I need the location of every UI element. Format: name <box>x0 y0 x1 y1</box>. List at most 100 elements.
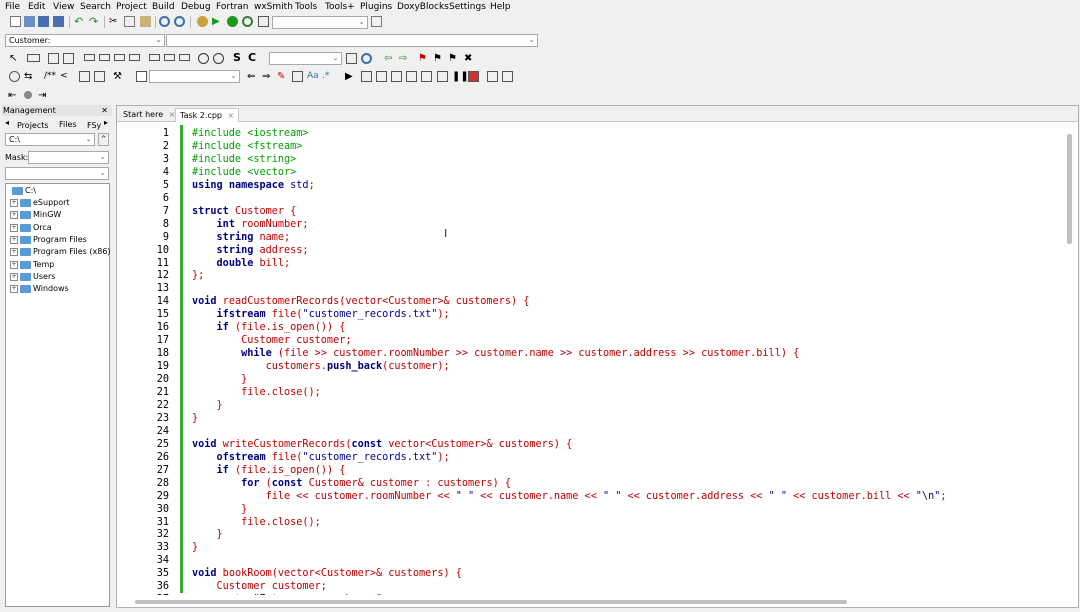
pause-icon[interactable]: ❚❚ <box>452 71 469 82</box>
widget-button-icon[interactable] <box>164 54 175 61</box>
tag-icon[interactable] <box>136 71 147 82</box>
menu-project[interactable]: Project <box>116 2 147 12</box>
tree-item[interactable]: + Program Files <box>10 234 87 246</box>
menu-edit[interactable]: Edit <box>28 2 45 12</box>
zoom-out-icon[interactable] <box>213 53 224 64</box>
code-line[interactable]: } <box>192 541 198 554</box>
code-line[interactable]: double bill; <box>192 257 291 270</box>
code-line[interactable]: Customer customer; <box>192 334 351 347</box>
menu-view[interactable]: View <box>53 2 74 12</box>
function-select[interactable]: ⌄ <box>166 34 538 47</box>
help-icon[interactable] <box>94 71 105 82</box>
cut-icon[interactable]: ✂ <box>109 16 120 27</box>
regex-star-icon[interactable]: .* <box>322 71 333 82</box>
menu-debug[interactable]: Debug <box>181 2 211 12</box>
c-icon[interactable]: C <box>248 52 259 63</box>
code-line[interactable]: #include <fstream> <box>192 140 302 153</box>
jump-back-icon[interactable]: ⇤ <box>8 90 19 101</box>
expand-icon[interactable]: + <box>10 210 18 219</box>
menu-doxyblocks[interactable]: DoxyBlocks <box>397 2 449 12</box>
code-line[interactable]: } <box>192 503 247 516</box>
stop-icon[interactable] <box>468 71 479 82</box>
menu-build[interactable]: Build <box>152 2 175 12</box>
zoom-in-icon[interactable] <box>198 53 209 64</box>
menu-wxsmith[interactable]: wxSmith <box>254 2 293 12</box>
close-icon[interactable]: × <box>228 111 235 120</box>
code-line[interactable]: #include <string> <box>192 153 296 166</box>
tree-item-root[interactable]: C:\ <box>12 185 36 197</box>
target-options-icon[interactable] <box>371 16 382 27</box>
close-icon[interactable]: ✕ <box>101 105 108 116</box>
code-line[interactable]: } <box>192 412 198 425</box>
doc-icon[interactable] <box>79 71 90 82</box>
jump-icon[interactable] <box>346 53 357 64</box>
rebuild-icon[interactable] <box>242 16 253 27</box>
tree-item[interactable]: + Windows <box>10 283 69 295</box>
search-select[interactable]: ⌄ <box>269 52 342 65</box>
back-arrow-icon[interactable]: ⇦ <box>384 53 395 64</box>
comment-icon[interactable]: /** <box>44 71 56 82</box>
tree-item[interactable]: + Users <box>10 271 55 283</box>
expand-icon[interactable]: + <box>10 223 18 232</box>
code-line[interactable]: string address; <box>192 244 309 257</box>
tree-item[interactable]: + Temp <box>10 259 54 271</box>
tab-scroll-right-icon[interactable]: ▸ <box>104 118 108 127</box>
debug-start-icon[interactable]: ▶ <box>345 71 356 82</box>
tab-files[interactable]: Files <box>59 120 77 129</box>
menu-file[interactable]: File <box>5 2 20 12</box>
jump-forward-icon[interactable]: ⇥ <box>38 90 49 101</box>
widget-button-icon[interactable] <box>84 54 95 61</box>
up-folder-button[interactable]: ^ <box>98 133 109 146</box>
tree-item[interactable]: + MinGW <box>10 209 61 221</box>
widget-icon[interactable] <box>63 53 74 64</box>
code-line[interactable]: file.close(); <box>192 516 321 529</box>
regex-icon[interactable]: Aa <box>307 71 319 82</box>
s-icon[interactable]: S <box>233 52 244 63</box>
build-gear-icon[interactable] <box>197 16 208 27</box>
widget-button-icon[interactable] <box>179 54 190 61</box>
bookmark-next-icon[interactable]: ⚑ <box>448 53 459 64</box>
tab-task-2-cpp[interactable]: Task 2.cpp × <box>175 108 240 122</box>
debug-windows-icon[interactable] <box>487 71 498 82</box>
code-line[interactable]: void writeCustomerRecords(const vector<C… <box>192 438 572 451</box>
code-line[interactable]: ifstream file("customer_records.txt"); <box>192 308 450 321</box>
code-line[interactable]: if (file.is_open()) { <box>192 321 346 334</box>
bookmark-clear-icon[interactable]: ✖ <box>464 53 475 64</box>
new-file-icon[interactable] <box>10 16 21 27</box>
tab-scroll-left-icon[interactable]: ◂ <box>5 118 9 127</box>
menu-plugins[interactable]: Plugins <box>360 2 392 12</box>
menu-fortran[interactable]: Fortran <box>216 2 249 12</box>
jump-home-icon[interactable] <box>24 91 32 99</box>
code-area[interactable]: 1 #include <iostream> 2 #include <fstream> 3… <box>117 125 1065 595</box>
run-icon[interactable]: ▶ <box>212 16 223 27</box>
pointer-icon[interactable]: ↖ <box>9 53 20 64</box>
line-comment-icon[interactable]: < <box>60 71 71 82</box>
expand-icon[interactable]: + <box>10 198 18 207</box>
code-line[interactable]: file << customer.roomNumber << " " << cu… <box>192 490 947 503</box>
vertical-scrollbar[interactable] <box>1067 134 1072 244</box>
tab-projects[interactable]: Projects <box>17 121 49 130</box>
build-run-icon[interactable] <box>227 16 238 27</box>
expand-icon[interactable]: + <box>10 260 18 269</box>
arrow-right-icon[interactable]: ⇒ <box>262 71 273 82</box>
menu-help[interactable]: Help <box>490 2 511 12</box>
open-icon[interactable] <box>24 16 35 27</box>
code-line[interactable]: void readCustomerRecords(vector<Customer… <box>192 295 529 308</box>
debug-info-icon[interactable] <box>502 71 513 82</box>
save-icon[interactable] <box>38 16 49 27</box>
build-target-select[interactable]: ⌄ <box>272 16 368 29</box>
highlight-icon[interactable]: ✎ <box>277 71 288 82</box>
mask-select[interactable]: ⌄ <box>28 151 109 164</box>
tree-item[interactable]: + Program Files (x86) <box>10 246 111 258</box>
code-line[interactable]: customers.push_back(customer); <box>192 360 450 373</box>
menu-tools[interactable]: Tools <box>295 2 317 12</box>
scope-select[interactable]: Customer: ⌄ <box>5 34 165 47</box>
code-line[interactable]: string name; <box>192 231 291 244</box>
widget-button-icon[interactable] <box>114 54 125 61</box>
code-line[interactable]: struct Customer { <box>192 205 296 218</box>
menu-tools-plus[interactable]: Tools+ <box>325 2 355 12</box>
horizontal-scrollbar[interactable] <box>135 600 847 604</box>
expand-icon[interactable]: + <box>10 284 18 293</box>
step-into-icon[interactable] <box>406 71 417 82</box>
expand-icon[interactable]: + <box>10 235 18 244</box>
